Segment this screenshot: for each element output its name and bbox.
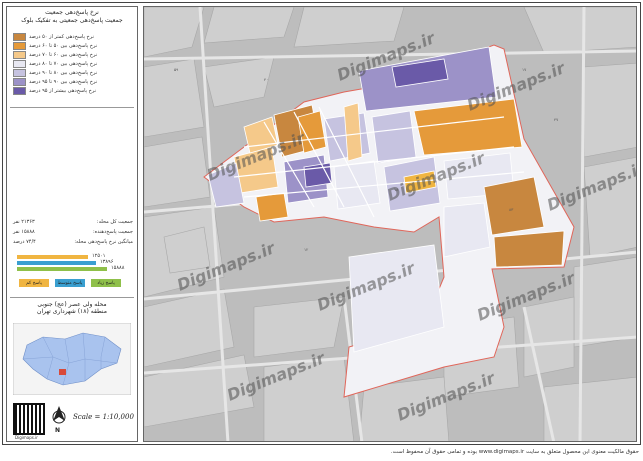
selected-district-marker: [59, 369, 66, 375]
place-name-line1: محله ولی عصر (عج) جنوبی: [37, 301, 107, 308]
north-arrow-icon: [52, 406, 66, 424]
legend-title-line2: جمعیت پاسخ‌دهی جمعیتی به تفکیک بلوک: [21, 17, 123, 24]
map-block-label: ۱۷: [522, 67, 527, 72]
stat-mean-rate: میانگین نرخ پاسخ‌دهی محله: ۷۴/۴ درصد: [13, 239, 133, 245]
map-block-label: ۵۹: [174, 67, 179, 72]
legend-chip: پاسخ زیاد: [91, 279, 121, 287]
legend-swatch: [13, 69, 26, 77]
legend-swatch: [13, 51, 26, 59]
stat-label: میانگین نرخ پاسخ‌دهی محله:: [74, 239, 133, 245]
legend-swatch: [13, 60, 26, 68]
legend-class-label: نرخ پاسخ‌دهی بین ۷۰ تا ۸۰ درصد: [29, 61, 98, 67]
legend-divider: [10, 107, 134, 108]
legend-panel: نرخ پاسخ‌دهی جمعیت جمعیت پاسخ‌دهی جمعیتی…: [6, 6, 138, 442]
stat-value: ۱۵۸۸۸ نفر: [13, 229, 35, 235]
legend-chip: پاسخ متوسط: [55, 279, 85, 287]
legend-swatch: [13, 42, 26, 50]
legend-title-line1: نرخ پاسخ‌دهی جمعیت: [45, 9, 99, 16]
legend-class-item: نرخ پاسخ‌دهی بین ۶۰ تا ۷۰ درصد: [13, 51, 133, 59]
map-block-label: ۴۰: [264, 77, 269, 82]
population-bar-label: ۱۵۸۸۸: [111, 265, 125, 271]
legend-class-label: نرخ پاسخ‌دهی بیشتر از ۹۵ درصد: [29, 88, 97, 94]
population-bar: [17, 261, 96, 265]
map-block-label: ۴۷: [554, 117, 559, 122]
stat-respondents: جمعیت پاسخ‌دهنده: ۱۵۸۸۸ نفر: [13, 229, 133, 235]
legend-class-label: نرخ پاسخ‌دهی بین ۸۰ تا ۹۰ درصد: [29, 70, 98, 76]
map-block-label: ۸۳: [509, 207, 514, 212]
map-canvas[interactable]: Digimaps.ir Digimaps.ir Digimaps.ir Digimap…: [143, 6, 637, 442]
legend-class-item: نرخ پاسخ‌دهی کمتر از ۵۰ درصد: [13, 33, 133, 41]
legend-class-label: نرخ پاسخ‌دهی بین ۹۰ تا ۹۵ درصد: [29, 79, 98, 85]
stat-total-population: جمعیت کل محله: ۲۱۳۶۳ نفر: [13, 219, 133, 225]
map-scale: Scale = 1:10,000: [73, 413, 134, 421]
legend-class-item: نرخ پاسخ‌دهی بیشتر از ۹۵ درصد: [13, 87, 133, 95]
qr-caption: Digimaps.ir: [15, 435, 38, 440]
legend-swatch: [13, 87, 26, 95]
stat-value: ۷۴/۴ درصد: [13, 239, 36, 245]
stat-label: جمعیت پاسخ‌دهنده:: [92, 229, 133, 235]
population-bar: [17, 255, 88, 259]
legend-title: نرخ پاسخ‌دهی جمعیت جمعیت پاسخ‌دهی جمعیتی…: [11, 9, 133, 25]
map-block-label: ۱۸: [394, 187, 399, 192]
legend-class-label: نرخ پاسخ‌دهی بین ۵۰ تا ۶۰ درصد: [29, 43, 98, 49]
legend-chip: پاسخ کم: [19, 279, 49, 287]
legend-class-label: نرخ پاسخ‌دهی کمتر از ۵۰ درصد: [29, 34, 94, 40]
legend-divider: [10, 297, 134, 298]
north-label: N: [55, 427, 61, 434]
legend-class-item: نرخ پاسخ‌دهی بین ۵۰ تا ۶۰ درصد: [13, 42, 133, 50]
legend-class-item: نرخ پاسخ‌دهی بین ۸۰ تا ۹۰ درصد: [13, 69, 133, 77]
qr-code-icon: [13, 403, 45, 435]
legend-class-item: نرخ پاسخ‌دهی بین ۹۰ تا ۹۵ درصد: [13, 78, 133, 86]
legend-swatch: [13, 78, 26, 86]
copyright-footer: حقوق مالکیت معنوی این محصول متعلق به سای…: [390, 449, 639, 455]
place-name-line2: منطقه (۱۸) شهرداری تهران: [37, 308, 107, 315]
legend-swatch: [13, 33, 26, 41]
location-inset-map: [13, 323, 131, 395]
map-block-label: ۱۲: [304, 247, 309, 252]
place-name: محله ولی عصر (عج) جنوبی منطقه (۱۸) شهردا…: [11, 301, 133, 315]
population-bar: [17, 267, 107, 271]
stat-label: جمعیت کل محله:: [96, 219, 133, 225]
stat-value: ۲۱۳۶۳ نفر: [13, 219, 35, 225]
legend-class-label: نرخ پاسخ‌دهی بین ۶۰ تا ۷۰ درصد: [29, 52, 98, 58]
legend-class-item: نرخ پاسخ‌دهی بین ۷۰ تا ۸۰ درصد: [13, 60, 133, 68]
